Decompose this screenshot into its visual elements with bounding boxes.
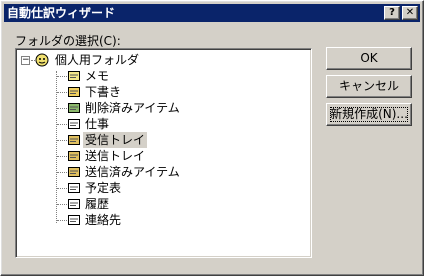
tree-item-label: 下書き [85, 85, 122, 99]
personal-folders-icon [35, 53, 49, 67]
tree-item[interactable]: 送信済みアイテム [54, 164, 294, 180]
ok-button[interactable]: OK [326, 47, 412, 70]
tree-connector [57, 76, 67, 77]
new-folder-button[interactable]: 新規作成(N)... [326, 103, 412, 126]
tree-connector [57, 140, 67, 141]
tree-connector [57, 220, 67, 221]
window-title: 自動仕訳ウィザード [7, 6, 116, 20]
tree-item[interactable]: 予定表 [54, 180, 294, 196]
tree-item[interactable]: 履歴 [54, 196, 294, 212]
tree-connector [57, 188, 67, 189]
tree-connector [57, 124, 67, 125]
tree-root[interactable]: − 個人用フォルダ [19, 52, 299, 68]
title-bar[interactable]: 自動仕訳ウィザード ? ✕ [4, 4, 420, 22]
tasks-icon [68, 119, 80, 129]
tree-item[interactable]: 仕事 [54, 116, 294, 132]
tree-item-label: 連絡先 [85, 213, 122, 227]
calendar-icon [68, 183, 80, 193]
tree-item-label: 予定表 [85, 181, 122, 195]
tree-connector [57, 172, 67, 173]
drafts-icon [68, 87, 80, 97]
help-button[interactable]: ? [384, 6, 400, 20]
tree-item-label: 削除済みアイテム [85, 101, 180, 115]
tree-item[interactable]: 下書き [54, 84, 294, 100]
tree-item[interactable]: 受信トレイ [54, 132, 294, 148]
tree-item-label: 履歴 [85, 197, 110, 211]
tree-item-label: 仕事 [85, 117, 110, 131]
folder-select-label: フォルダの選択(C): [15, 34, 121, 48]
cancel-button[interactable]: キャンセル [326, 75, 412, 98]
journal-icon [68, 199, 80, 209]
notes-icon [68, 71, 80, 81]
tree-root-label: 個人用フォルダ [55, 53, 140, 67]
tree-item-label: メモ [85, 69, 110, 83]
contacts-icon [68, 215, 80, 225]
sent-items-icon [68, 167, 80, 177]
tree-item[interactable]: 削除済みアイテム [54, 100, 294, 116]
wizard-dialog: 自動仕訳ウィザード ? ✕ フォルダの選択(C): − 個人用フォルダ メモ下書… [0, 0, 424, 276]
tree-connector [57, 92, 67, 93]
tree-item-label: 受信トレイ [83, 132, 148, 148]
close-button[interactable]: ✕ [402, 6, 418, 20]
tree-item-label: 送信トレイ [85, 149, 146, 163]
deleted-items-icon [68, 103, 80, 113]
tree-item-label: 送信済みアイテム [85, 165, 180, 179]
tree-item[interactable]: 送信トレイ [54, 148, 294, 164]
tree-item[interactable]: 連絡先 [54, 212, 294, 228]
tree-item[interactable]: メモ [54, 68, 294, 84]
folder-tree[interactable]: − 個人用フォルダ メモ下書き削除済みアイテム 仕事 受信トレイ 送信トレイ送信済みア… [15, 48, 312, 258]
tree-connector [57, 204, 67, 205]
inbox-icon [68, 135, 80, 145]
collapse-icon[interactable]: − [21, 56, 30, 65]
outbox-icon [68, 151, 80, 161]
tree-connector [57, 108, 67, 109]
tree-connector [57, 156, 67, 157]
